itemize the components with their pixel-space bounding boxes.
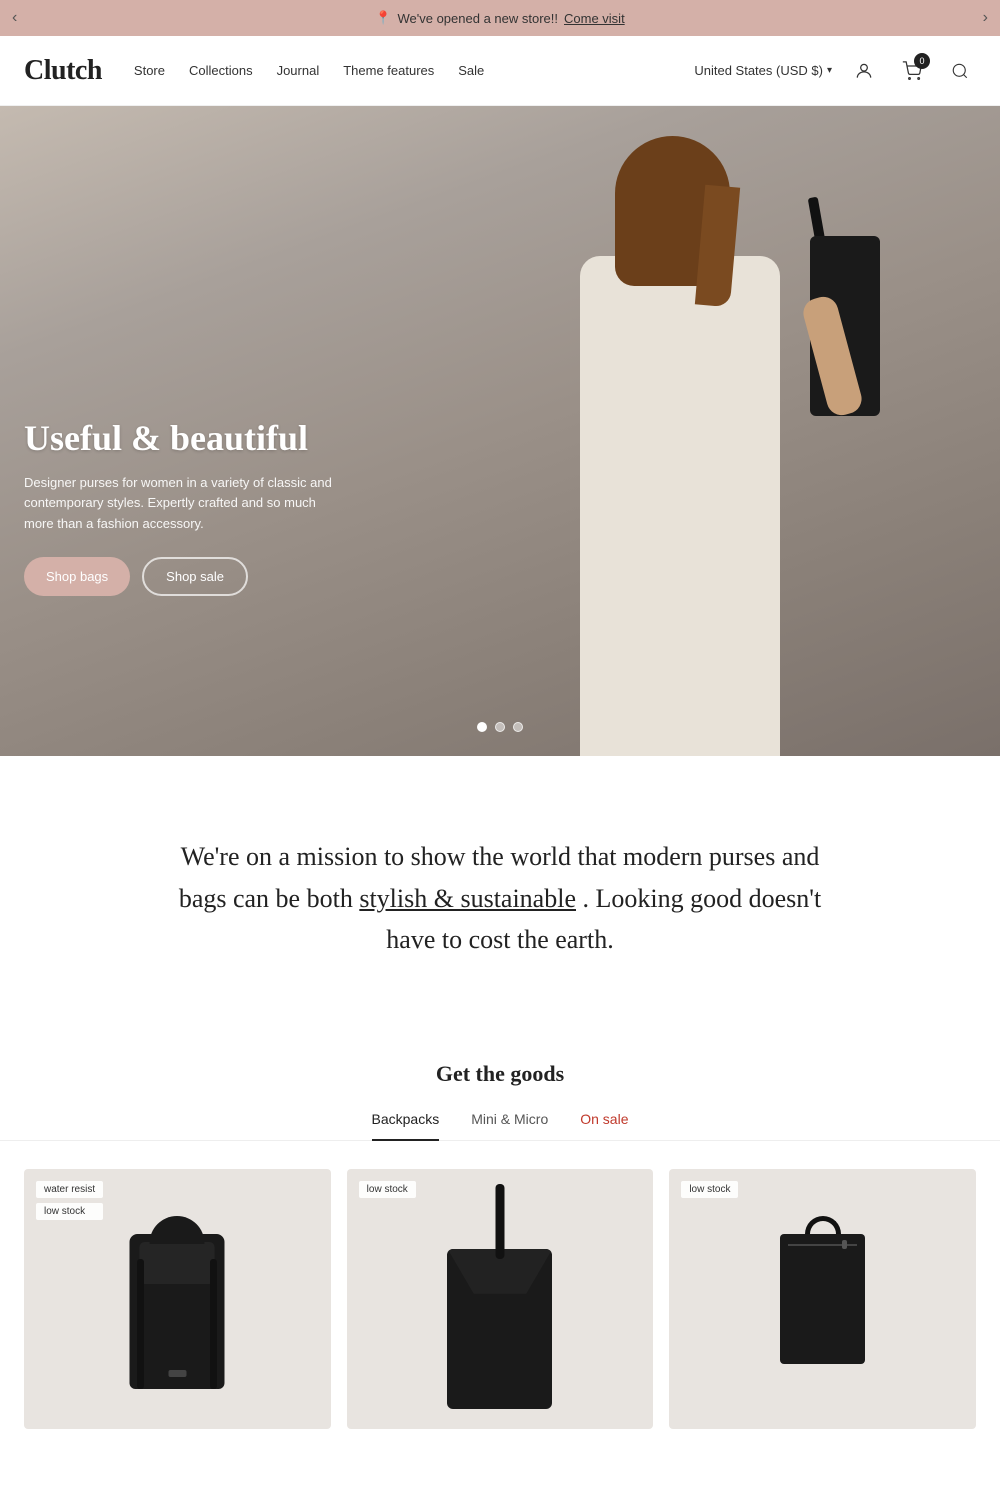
- hero-title: Useful & beautiful: [24, 417, 344, 459]
- announcement-prev-button[interactable]: ‹: [0, 0, 29, 36]
- hero-buttons: Shop bags Shop sale: [24, 557, 344, 596]
- announcement-link[interactable]: Come visit: [564, 11, 625, 26]
- products-heading: Get the goods: [0, 1061, 1000, 1087]
- announcement-bar: ‹ 📍 We've opened a new store!! Come visi…: [0, 0, 1000, 36]
- product-badges-3: low stock: [681, 1181, 738, 1198]
- products-grid: water resist low stock low stock: [0, 1169, 1000, 1429]
- announcement-text: 📍 We've opened a new store!! Come visit: [375, 10, 624, 26]
- hero-dots: [477, 722, 523, 732]
- currency-selector[interactable]: United States (USD $) ▾: [694, 63, 832, 78]
- shop-sale-button[interactable]: Shop sale: [142, 557, 248, 596]
- tab-backpacks[interactable]: Backpacks: [372, 1111, 440, 1141]
- badge-low-stock-1: low stock: [36, 1203, 103, 1220]
- announcement-next-button[interactable]: ›: [971, 0, 1000, 36]
- hero-dot-1[interactable]: [477, 722, 487, 732]
- badge-low-stock-3: low stock: [681, 1181, 738, 1198]
- hero-dot-3[interactable]: [513, 722, 523, 732]
- search-icon: [951, 62, 969, 80]
- mission-text: We're on a mission to show the world tha…: [160, 836, 840, 961]
- account-button[interactable]: [848, 55, 880, 87]
- hero-description: Designer purses for women in a variety o…: [24, 473, 344, 535]
- cart-count-badge: 0: [914, 53, 930, 69]
- product-badges-1: water resist low stock: [36, 1181, 103, 1220]
- chevron-down-icon: ▾: [827, 65, 832, 76]
- nav-item-collections[interactable]: Collections: [189, 63, 253, 78]
- badge-water-resist: water resist: [36, 1181, 103, 1198]
- cart-button[interactable]: 0: [896, 55, 928, 87]
- product-card-3[interactable]: low stock: [669, 1169, 976, 1429]
- hero-dot-2[interactable]: [495, 722, 505, 732]
- header-actions: United States (USD $) ▾ 0: [694, 55, 976, 87]
- nav-item-sale[interactable]: Sale: [458, 63, 484, 78]
- nav-item-journal[interactable]: Journal: [277, 63, 320, 78]
- hero-model-image: [500, 116, 900, 756]
- user-icon: [854, 61, 874, 81]
- hero-content: Useful & beautiful Designer purses for w…: [24, 417, 344, 596]
- nav-item-store[interactable]: Store: [134, 63, 165, 78]
- product-badges-2: low stock: [359, 1181, 416, 1198]
- product-card-2[interactable]: low stock: [347, 1169, 654, 1429]
- shop-bags-button[interactable]: Shop bags: [24, 557, 130, 596]
- tab-mini-micro[interactable]: Mini & Micro: [471, 1111, 548, 1141]
- header: Clutch Store Collections Journal Theme f…: [0, 36, 1000, 106]
- product-card-1[interactable]: water resist low stock: [24, 1169, 331, 1429]
- mission-link[interactable]: stylish & sustainable: [359, 884, 576, 913]
- mission-section: We're on a mission to show the world tha…: [0, 756, 1000, 1041]
- search-button[interactable]: [944, 55, 976, 87]
- site-logo[interactable]: Clutch: [24, 55, 102, 87]
- nav-item-theme-features[interactable]: Theme features: [343, 63, 434, 78]
- products-section: Get the goods Backpacks Mini & Micro On …: [0, 1041, 1000, 1489]
- badge-low-stock-2: low stock: [359, 1181, 416, 1198]
- hero-section: Useful & beautiful Designer purses for w…: [0, 106, 1000, 756]
- tab-on-sale[interactable]: On sale: [580, 1111, 628, 1141]
- location-icon: 📍: [375, 10, 391, 26]
- model-hair: [615, 136, 730, 286]
- product-tabs: Backpacks Mini & Micro On sale: [0, 1111, 1000, 1141]
- main-nav: Store Collections Journal Theme features…: [134, 63, 694, 78]
- model-torso: [580, 256, 780, 756]
